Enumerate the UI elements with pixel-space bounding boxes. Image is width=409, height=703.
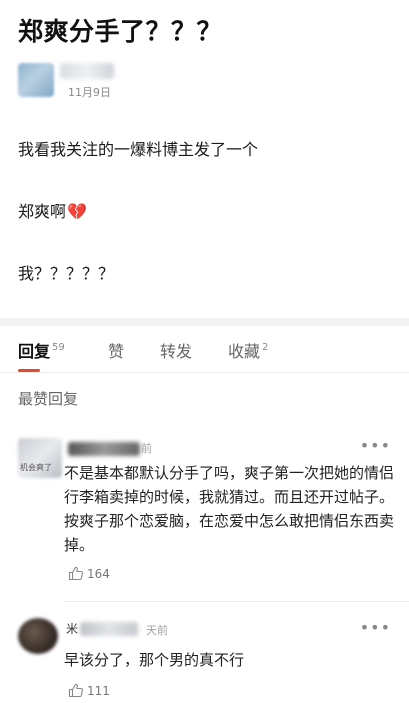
comment-divider [64, 601, 409, 602]
more-options-icon[interactable]: ••• [360, 618, 391, 637]
tab-reposts[interactable]: 转发 [160, 338, 192, 362]
tab-replies[interactable]: 回复 59 [18, 338, 65, 362]
commenter-name-fragment: 米 [66, 622, 79, 636]
thumb-up-icon [68, 683, 83, 698]
post-body-text: 郑爽啊 [18, 202, 67, 221]
section-label-top-replies: 最赞回复 [18, 390, 79, 408]
comment-text: 不是基本都默认分手了吗，爽子第一次把她的情侣行李箱卖掉的时候，我就猜过。而且还开… [64, 464, 395, 554]
comment-item: 米 天前 ••• 早该分了，那个男的真不行 111 [0, 612, 409, 703]
post-title: 郑爽分手了？？？ [18, 17, 223, 46]
like-count: 164 [87, 566, 110, 581]
author-avatar[interactable] [18, 63, 54, 97]
comment-time: 前 [141, 442, 152, 455]
like-button[interactable]: 164 [68, 566, 110, 581]
tab-favorites[interactable]: 收藏 2 [228, 338, 268, 362]
post-body-line: 我？？？？？ [18, 264, 115, 283]
post-date: 11月9日 [68, 86, 111, 99]
tab-count: 2 [262, 342, 269, 353]
tab-likes[interactable]: 赞 [108, 338, 124, 362]
avatar-caption: 机会爽了 [20, 463, 52, 472]
tab-label: 赞 [108, 342, 125, 361]
section-separator [0, 318, 409, 326]
author-name-redacted[interactable] [60, 63, 114, 79]
post-body-line: 郑爽啊💔 [18, 198, 87, 222]
avatar[interactable] [18, 618, 58, 654]
post-card: 郑爽分手了？？？ 11月9日 我看我关注的一爆料博主发了一个 郑爽啊💔 我？？？… [0, 0, 409, 318]
post-body-line: 我看我关注的一爆料博主发了一个 [18, 140, 259, 159]
tab-label: 收藏 [228, 342, 261, 361]
commenter-name-redacted[interactable] [80, 622, 138, 636]
reply-tabs: 回复 59 赞 转发 收藏 2 [0, 326, 409, 372]
broken-heart-icon: 💔 [67, 202, 87, 221]
tab-label: 回复 [18, 342, 51, 361]
comment-item: 机会爽了 前 ••• 不是基本都默认分手了吗，爽子第一次把她的情侣行李箱卖掉的时… [0, 430, 409, 600]
tabs-divider [0, 372, 409, 373]
comment-time: 天前 [146, 624, 168, 637]
commenter-name-redacted[interactable] [68, 442, 140, 456]
tab-count: 59 [52, 342, 65, 353]
comment-text: 早该分了，那个男的真不行 [64, 651, 245, 669]
tab-label: 转发 [160, 342, 193, 361]
like-button[interactable]: 111 [68, 683, 110, 698]
thumb-up-icon [68, 566, 83, 581]
like-count: 111 [87, 683, 110, 698]
more-options-icon[interactable]: ••• [360, 436, 391, 455]
